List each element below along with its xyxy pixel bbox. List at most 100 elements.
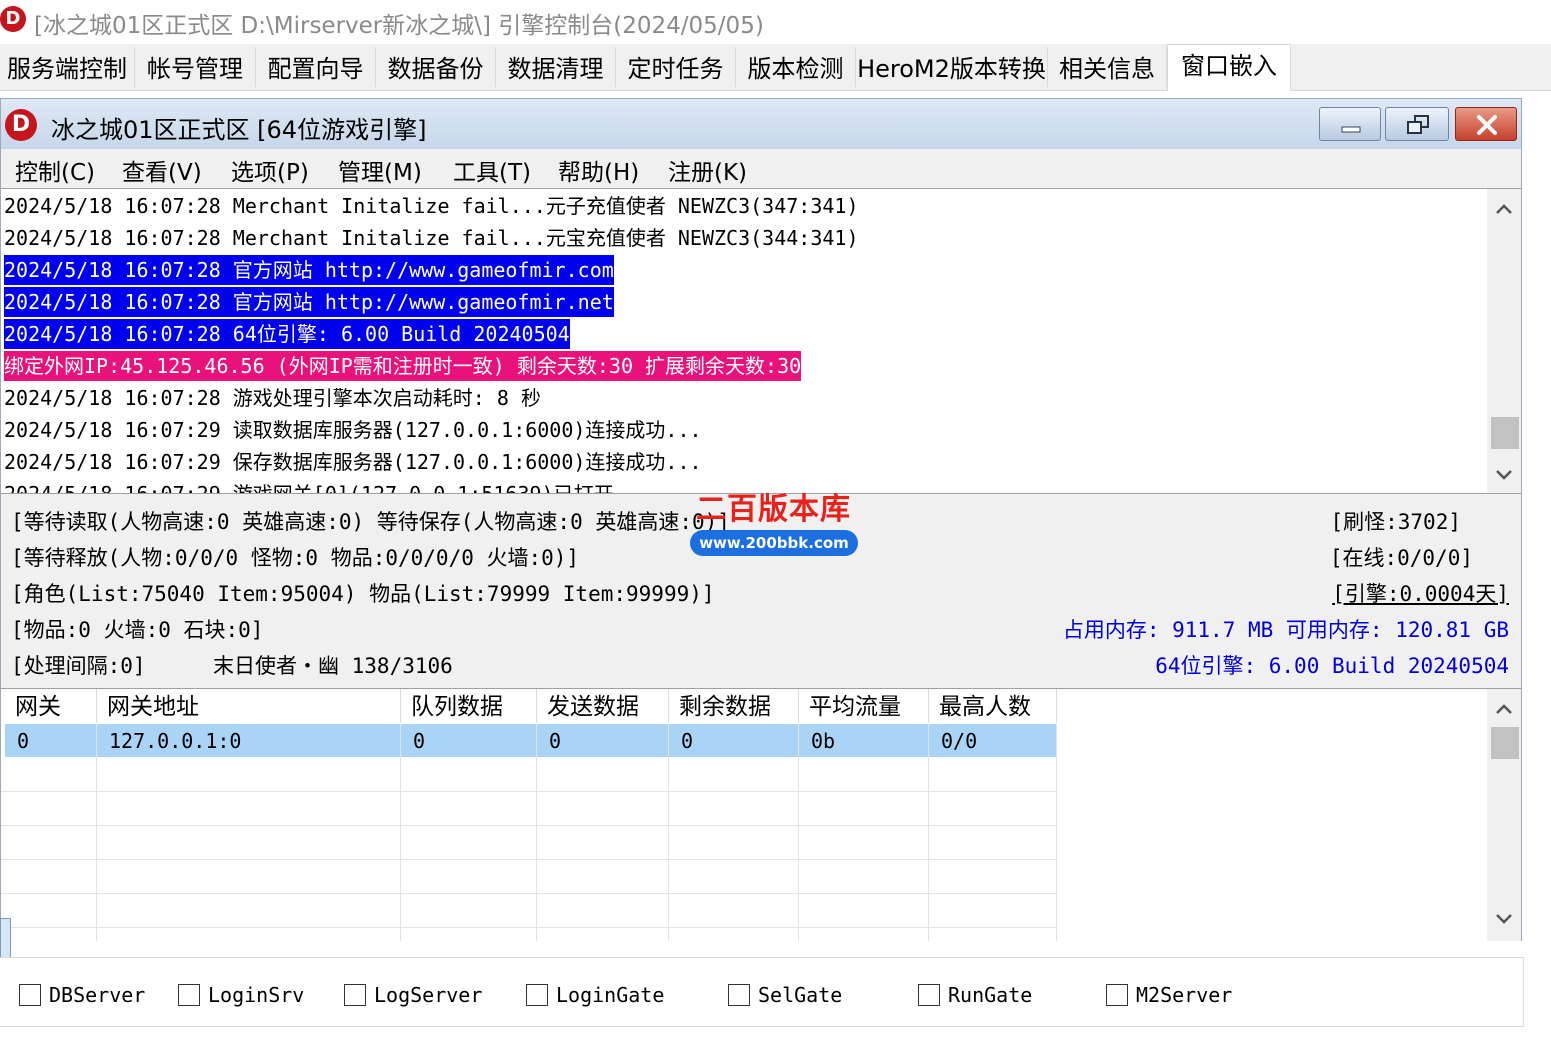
tab-account[interactable]: 帐号管理 (135, 47, 256, 87)
column-header[interactable]: 队列数据 (401, 689, 537, 723)
table-cell: 0 (537, 724, 669, 757)
watermark: 二百版本库 www.200bbk.com (690, 484, 860, 558)
menu-control[interactable]: 控制(C) (15, 153, 95, 187)
log-line-selected: 2024/5/18 16:07:28 官方网站 http://www.gameo… (4, 255, 614, 285)
column-header[interactable]: 发送数据 (537, 689, 669, 723)
engine-logo-icon: D (5, 109, 37, 141)
refresh-stat: [刷怪:3702] (1330, 510, 1461, 534)
grid-line (1, 893, 1057, 894)
grid-line (400, 757, 401, 941)
scroll-up-icon[interactable] (1487, 693, 1521, 723)
log-line-selected: 2024/5/18 16:07:28 64位引擎: 6.00 Build 202… (4, 319, 570, 349)
tab-window-embed[interactable]: 窗口嵌入 (1167, 44, 1291, 91)
menu-help[interactable]: 帮助(H) (558, 153, 639, 187)
checkbox-label: RunGate (948, 983, 1033, 1007)
log-line: 2024/5/18 16:07:28 游戏处理引擎本次启动耗时: 8 秒 (4, 386, 541, 410)
roles-stat: [角色(List:75040 Item:95004) 物品(List:79999… (11, 582, 715, 606)
checkbox-box[interactable] (918, 984, 940, 1006)
table-scrollbar[interactable] (1487, 689, 1521, 941)
grid-line (1056, 757, 1057, 941)
close-button[interactable] (1455, 107, 1517, 141)
table-scroll-thumb[interactable] (1491, 727, 1519, 759)
table-cell: 0/0 (929, 724, 1057, 757)
tab-related-info[interactable]: 相关信息 (1048, 47, 1167, 87)
column-header[interactable]: 剩余数据 (669, 689, 799, 723)
scroll-down-icon[interactable] (1487, 459, 1521, 489)
log-area[interactable]: 2024/5/18 16:07:28 Merchant Initalize fa… (1, 188, 1521, 494)
tab-config-wizard[interactable]: 配置向导 (256, 47, 376, 87)
engine-days-stat[interactable]: [引擎:0.0004天] (1332, 578, 1509, 608)
log-line-selected: 2024/5/18 16:07:28 官方网站 http://www.gameo… (4, 287, 614, 317)
grid-line (1, 791, 1057, 792)
log-line: 2024/5/18 16:07:28 Merchant Initalize fa… (4, 194, 859, 218)
checkbox-box[interactable] (728, 984, 750, 1006)
checkbox-label: LoginSrv (208, 983, 305, 1007)
app-title-bar: D [冰之城01区正式区 D:\Mirserver新冰之城\] 引擎控制台(20… (0, 0, 1551, 44)
column-header[interactable]: 网关 (5, 689, 97, 723)
engine-build-stat: 64位引擎: 6.00 Build 20240504 (1155, 654, 1509, 678)
checkbox-box[interactable] (19, 984, 41, 1006)
checkbox-box[interactable] (526, 984, 548, 1006)
grid-line (668, 757, 669, 941)
menu-options[interactable]: 选项(P) (231, 153, 309, 187)
tab-server-control[interactable]: 服务端控制 (0, 47, 135, 87)
grid-line (928, 757, 929, 941)
table-cell: 0 (669, 724, 799, 757)
close-icon (1477, 115, 1497, 135)
engine-window-title-bar[interactable]: D 冰之城01区正式区 [64位游戏引擎] (1, 99, 1521, 149)
grid-line (536, 757, 537, 941)
minimize-icon (1341, 126, 1361, 133)
checkbox-label: SelGate (758, 983, 843, 1007)
log-line: 2024/5/18 16:07:29 保存数据库服务器(127.0.0.1:60… (4, 450, 702, 474)
scroll-up-icon[interactable] (1487, 193, 1521, 223)
menu-manage[interactable]: 管理(M) (338, 153, 422, 187)
log-line: 2024/5/18 16:07:28 Merchant Initalize fa… (4, 226, 859, 250)
table-row[interactable]: 0 127.0.0.1:0 0 0 0 0b 0/0 (5, 724, 1057, 757)
checkbox-box[interactable] (1106, 984, 1128, 1006)
checkbox-label: DBServer (49, 983, 146, 1007)
log-scroll-thumb[interactable] (1491, 417, 1519, 449)
grid-line (798, 757, 799, 941)
process-bar: DBServer LoginSrv LogServer LoginGate Se… (0, 957, 1524, 1027)
column-header[interactable]: 平均流量 (799, 689, 929, 723)
log-line: 2024/5/18 16:07:29 读取数据库服务器(127.0.0.1:60… (4, 418, 702, 442)
tab-scheduled-tasks[interactable]: 定时任务 (616, 47, 736, 87)
menu-view[interactable]: 查看(V) (122, 153, 202, 187)
checkbox-box[interactable] (344, 984, 366, 1006)
tab-version-check[interactable]: 版本检测 (736, 47, 856, 87)
minimize-button[interactable] (1319, 107, 1381, 141)
watermark-url: www.200bbk.com (690, 530, 858, 556)
tab-data-backup[interactable]: 数据备份 (376, 47, 496, 87)
table-cell: 127.0.0.1:0 (97, 724, 401, 757)
tab-herom2-convert[interactable]: HeroM2版本转换 (856, 47, 1048, 87)
checkbox-label: LoginGate (556, 983, 665, 1007)
table-cell: 0b (799, 724, 929, 757)
scroll-down-icon[interactable] (1487, 903, 1521, 933)
menu-register[interactable]: 注册(K) (668, 153, 747, 187)
menu-bar: 控制(C) 查看(V) 选项(P) 管理(M) 工具(T) 帮助(H) 注册(K… (1, 149, 1521, 187)
column-header[interactable]: 最高人数 (929, 689, 1057, 723)
gate-table[interactable]: 网关 网关地址 队列数据 发送数据 剩余数据 平均流量 最高人数 0 127.0… (1, 688, 1521, 941)
monster-stat: 末日使者・幽 138/3106 (213, 654, 453, 678)
items-stat: [物品:0 火墙:0 石块:0] (11, 618, 264, 642)
menu-tools[interactable]: 工具(T) (453, 153, 531, 187)
app-title: [冰之城01区正式区 D:\Mirserver新冰之城\] 引擎控制台(2024… (34, 13, 764, 39)
grid-line (96, 757, 97, 941)
log-scrollbar[interactable] (1487, 189, 1521, 493)
log-line-ip-binding: 绑定外网IP:45.125.46.56 (外网IP需和注册时一致) 剩余天数:3… (4, 351, 802, 381)
tab-data-cleanup[interactable]: 数据清理 (496, 47, 616, 87)
grid-line (1, 927, 1057, 928)
online-stat: [在线:0/0/0] (1329, 546, 1473, 570)
checkbox-label: M2Server (1136, 983, 1233, 1007)
engine-window-title: 冰之城01区正式区 [64位游戏引擎] (51, 116, 427, 144)
restore-button[interactable] (1385, 107, 1449, 141)
checkbox-label: LogServer (374, 983, 483, 1007)
restore-icon (1407, 115, 1429, 134)
main-tabs: 服务端控制 帐号管理 配置向导 数据备份 数据清理 定时任务 版本检测 Hero… (0, 44, 1551, 91)
memory-stat: 占用内存: 911.7 MB 可用内存: 120.81 GB (1062, 618, 1509, 642)
wait-release-stat: [等待释放(人物:0/0/0 怪物:0 物品:0/0/0/0 火墙:0)] (11, 546, 580, 570)
table-cell: 0 (401, 724, 537, 757)
checkbox-box[interactable] (178, 984, 200, 1006)
column-header[interactable]: 网关地址 (97, 689, 401, 723)
table-cell: 0 (5, 724, 97, 757)
